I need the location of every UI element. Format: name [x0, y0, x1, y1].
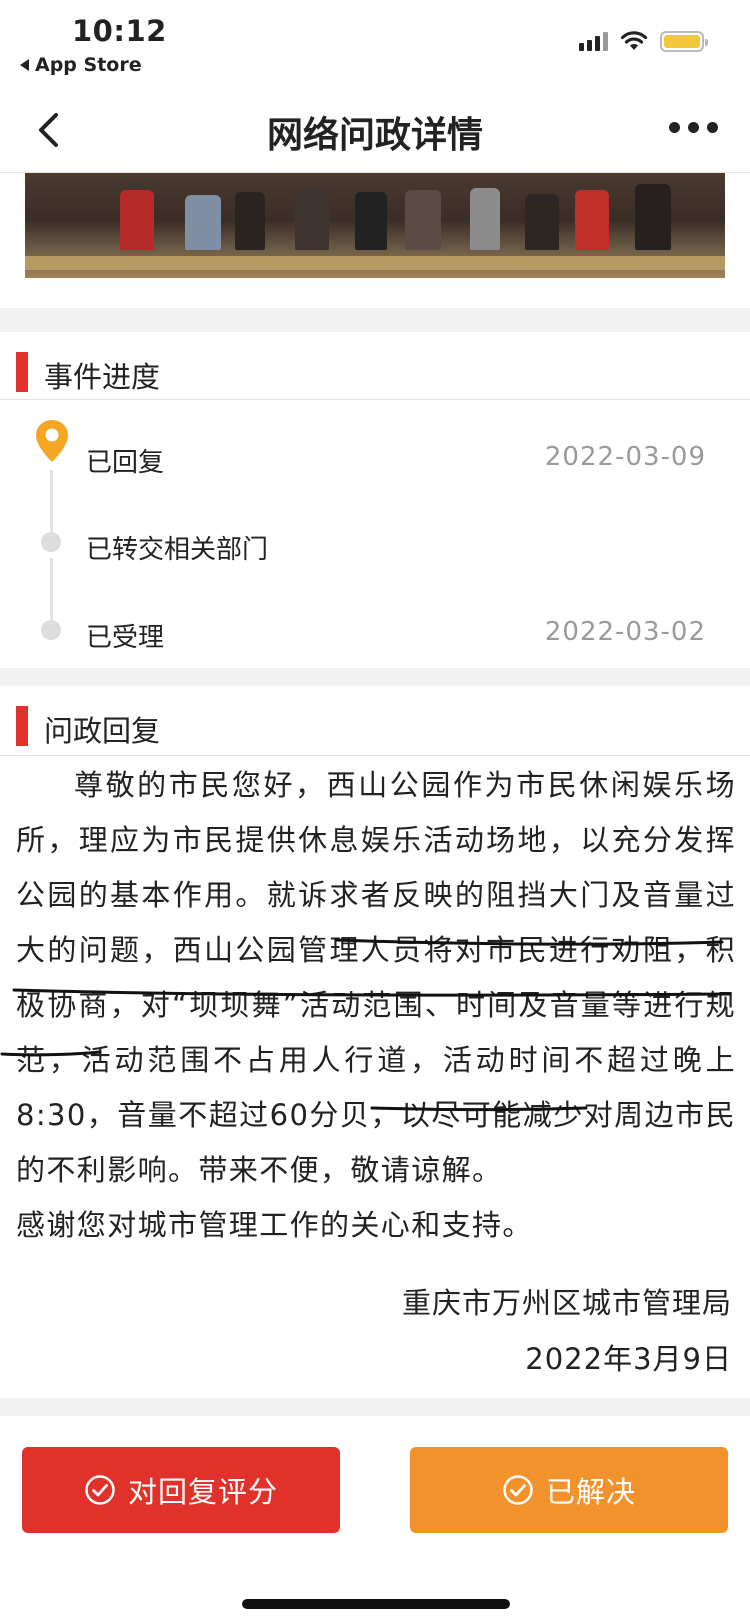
issue-photo[interactable]: [25, 173, 725, 278]
page-title: 网络问政详情: [266, 115, 483, 156]
timeline-item: 已转交相关部门: [0, 517, 750, 577]
timeline-item: 已受理 2022-03-02: [0, 605, 750, 665]
nav-bar: 网络问政详情: [0, 88, 750, 173]
timeline-item-date: 2022-03-02: [544, 617, 706, 647]
status-time: 10:12: [72, 14, 167, 48]
check-circle-icon: [503, 1475, 533, 1505]
section-divider: [0, 1398, 750, 1416]
timeline-item: 已回复 2022-03-09: [0, 430, 750, 490]
reply-date: 2022年3月9日: [525, 1342, 732, 1376]
home-indicator[interactable]: [242, 1599, 510, 1609]
progress-section-title: 事件进度: [44, 360, 161, 394]
rate-reply-label: 对回复评分: [127, 1475, 278, 1509]
reply-section-header: 问政回复: [0, 686, 750, 756]
resolved-button[interactable]: 已解决: [410, 1447, 728, 1533]
more-options-icon[interactable]: [669, 122, 718, 133]
wifi-icon: [620, 31, 648, 50]
section-divider: [0, 668, 750, 686]
progress-section-header: 事件进度: [0, 332, 750, 400]
back-app-label: App Store: [35, 54, 142, 76]
resolved-label: 已解决: [545, 1475, 636, 1509]
reply-paragraph: 尊敬的市民您好，西山公园作为市民休闲娱乐场所，理应为市民提供休息娱乐活动场地，以…: [16, 768, 736, 1187]
section-accent-bar: [16, 352, 28, 392]
status-bar: 10:12 App Store: [0, 0, 750, 88]
check-circle-icon: [85, 1475, 115, 1505]
section-divider: [0, 308, 750, 332]
back-triangle-icon: [20, 59, 29, 71]
reply-signature: 重庆市万州区城市管理局: [401, 1286, 732, 1320]
reply-thanks: 感谢您对城市管理工作的关心和支持。: [16, 1208, 533, 1242]
status-indicators: [579, 30, 708, 52]
battery-icon: [660, 30, 708, 52]
reply-section-title: 问政回复: [44, 714, 161, 748]
timeline-item-label: 已转交相关部门: [86, 535, 269, 565]
section-accent-bar: [16, 706, 28, 746]
timeline-item-label: 已回复: [86, 448, 165, 478]
cellular-signal-icon: [579, 31, 608, 51]
reply-body: 尊敬的市民您好，西山公园作为市民休闲娱乐场所，理应为市民提供休息娱乐活动场地，以…: [16, 758, 736, 1253]
back-to-app-store[interactable]: App Store: [20, 54, 142, 76]
timeline-item-label: 已受理: [86, 623, 165, 653]
rate-reply-button[interactable]: 对回复评分: [22, 1447, 340, 1533]
timeline-item-date: 2022-03-09: [544, 442, 706, 472]
